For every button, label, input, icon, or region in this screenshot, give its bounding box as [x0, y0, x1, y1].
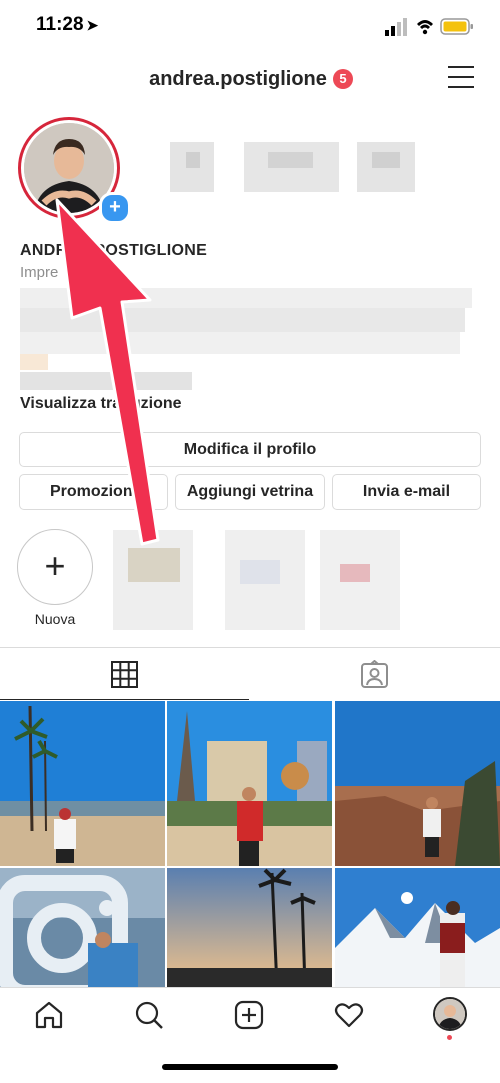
- see-translation-link[interactable]: Visualizza traduzione: [20, 395, 182, 413]
- plus-icon: +: [44, 545, 66, 586]
- post-thumbnail[interactable]: [335, 701, 500, 866]
- hamburger-menu-icon[interactable]: [448, 66, 474, 90]
- wifi-icon: [417, 20, 433, 35]
- profile-username[interactable]: andrea.postiglione: [0, 68, 500, 91]
- grid-icon: [111, 661, 138, 688]
- profile-name: ANDREA POSTIGLIONE: [20, 242, 208, 259]
- tab-tagged[interactable]: [250, 648, 500, 700]
- post-thumbnail[interactable]: [335, 868, 500, 988]
- profile-category: Impre: [20, 264, 59, 281]
- add-story-icon[interactable]: +: [99, 192, 131, 224]
- notification-dot: [447, 1035, 452, 1040]
- post-thumbnail[interactable]: [167, 701, 332, 866]
- add-post-icon[interactable]: [234, 1000, 264, 1030]
- post-thumbnail[interactable]: [0, 868, 165, 988]
- profile-avatar-icon[interactable]: [433, 997, 467, 1031]
- tagged-photos-icon: [361, 660, 388, 688]
- search-icon[interactable]: [134, 1000, 164, 1030]
- battery-icon: [440, 18, 473, 35]
- new-highlight-label: Nuova: [34, 611, 76, 627]
- notification-badge[interactable]: 5: [333, 69, 353, 89]
- email-button[interactable]: Invia e-mail: [332, 474, 481, 510]
- tab-grid[interactable]: [0, 648, 249, 700]
- heart-icon[interactable]: [334, 1000, 364, 1030]
- post-thumbnail[interactable]: [167, 868, 332, 988]
- post-thumbnail[interactable]: [0, 701, 165, 866]
- status-icons: [385, 18, 473, 36]
- home-icon[interactable]: [34, 1000, 64, 1030]
- cellular-signal-icon: [385, 18, 407, 36]
- new-highlight-button[interactable]: +: [17, 529, 93, 605]
- add-shop-button[interactable]: Aggiungi vetrina: [175, 474, 325, 510]
- home-indicator[interactable]: [162, 1064, 338, 1070]
- edit-profile-button[interactable]: Modifica il profilo: [19, 432, 481, 467]
- promotions-button[interactable]: Promozioni: [19, 474, 168, 510]
- status-time: 11:28 ➤: [36, 14, 99, 35]
